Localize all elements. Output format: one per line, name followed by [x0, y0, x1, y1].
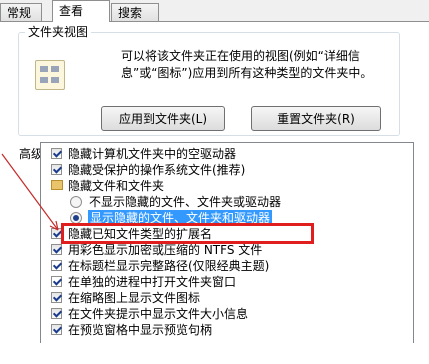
checkbox[interactable]	[51, 308, 62, 319]
setting-label: 在文件夹提示中显示文件大小信息	[68, 307, 249, 321]
setting-label: 用彩色显示加密或压缩的 NTFS 文件	[68, 243, 263, 257]
folder-views-description: 可以将该文件夹正在使用的视图(例如“详细信息”或“图标”)应用到所有这种类型的文…	[121, 49, 373, 80]
setting-label: 在缩略图上显示文件图标	[68, 291, 201, 305]
setting-label: 隐藏计算机文件夹中的空驱动器	[68, 147, 237, 161]
tab-label: 常规	[7, 6, 32, 20]
checkbox-unchecked[interactable]	[51, 276, 62, 287]
checkbox-unchecked[interactable]	[51, 260, 62, 271]
setting-label: 在单独的进程中打开文件夹窗口	[68, 275, 237, 289]
setting-label: 隐藏受保护的操作系统文件(推荐)	[68, 163, 246, 177]
annotation-arrow	[1, 153, 59, 231]
folder-views-group: 文件夹视图 可以将该文件夹正在使用的视图(例如“详细信息”或“图标”)应用到所有…	[18, 24, 400, 136]
annotation-highlight-box	[61, 223, 314, 244]
tab-label: 搜索	[118, 6, 143, 20]
tab-label: 查看	[59, 4, 84, 18]
tab-strip: 常规 查看 搜索	[0, 0, 429, 22]
checkbox[interactable]	[51, 292, 62, 303]
apply-to-folders-button[interactable]: 应用到文件夹(L)	[101, 106, 225, 131]
checkbox[interactable]	[51, 244, 62, 255]
setting-label: 在预览窗格中显示预览句柄	[68, 323, 213, 337]
tab-general[interactable]: 常规	[0, 3, 42, 21]
folder-views-title: 文件夹视图	[25, 24, 92, 40]
tab-search[interactable]: 搜索	[111, 3, 159, 21]
radio-button[interactable]	[70, 196, 82, 208]
setting-label: 隐藏文件和文件夹	[68, 179, 165, 193]
reset-folders-button[interactable]: 重置文件夹(R)	[251, 106, 381, 131]
setting-label: 不显示隐藏的文件、文件夹或驱动器	[89, 195, 282, 209]
checkbox[interactable]	[51, 324, 62, 335]
tab-view[interactable]: 查看	[52, 0, 110, 22]
setting-label: 在标题栏显示完整路径(仅限经典主题)	[68, 259, 270, 273]
folder-view-icon	[35, 60, 65, 90]
